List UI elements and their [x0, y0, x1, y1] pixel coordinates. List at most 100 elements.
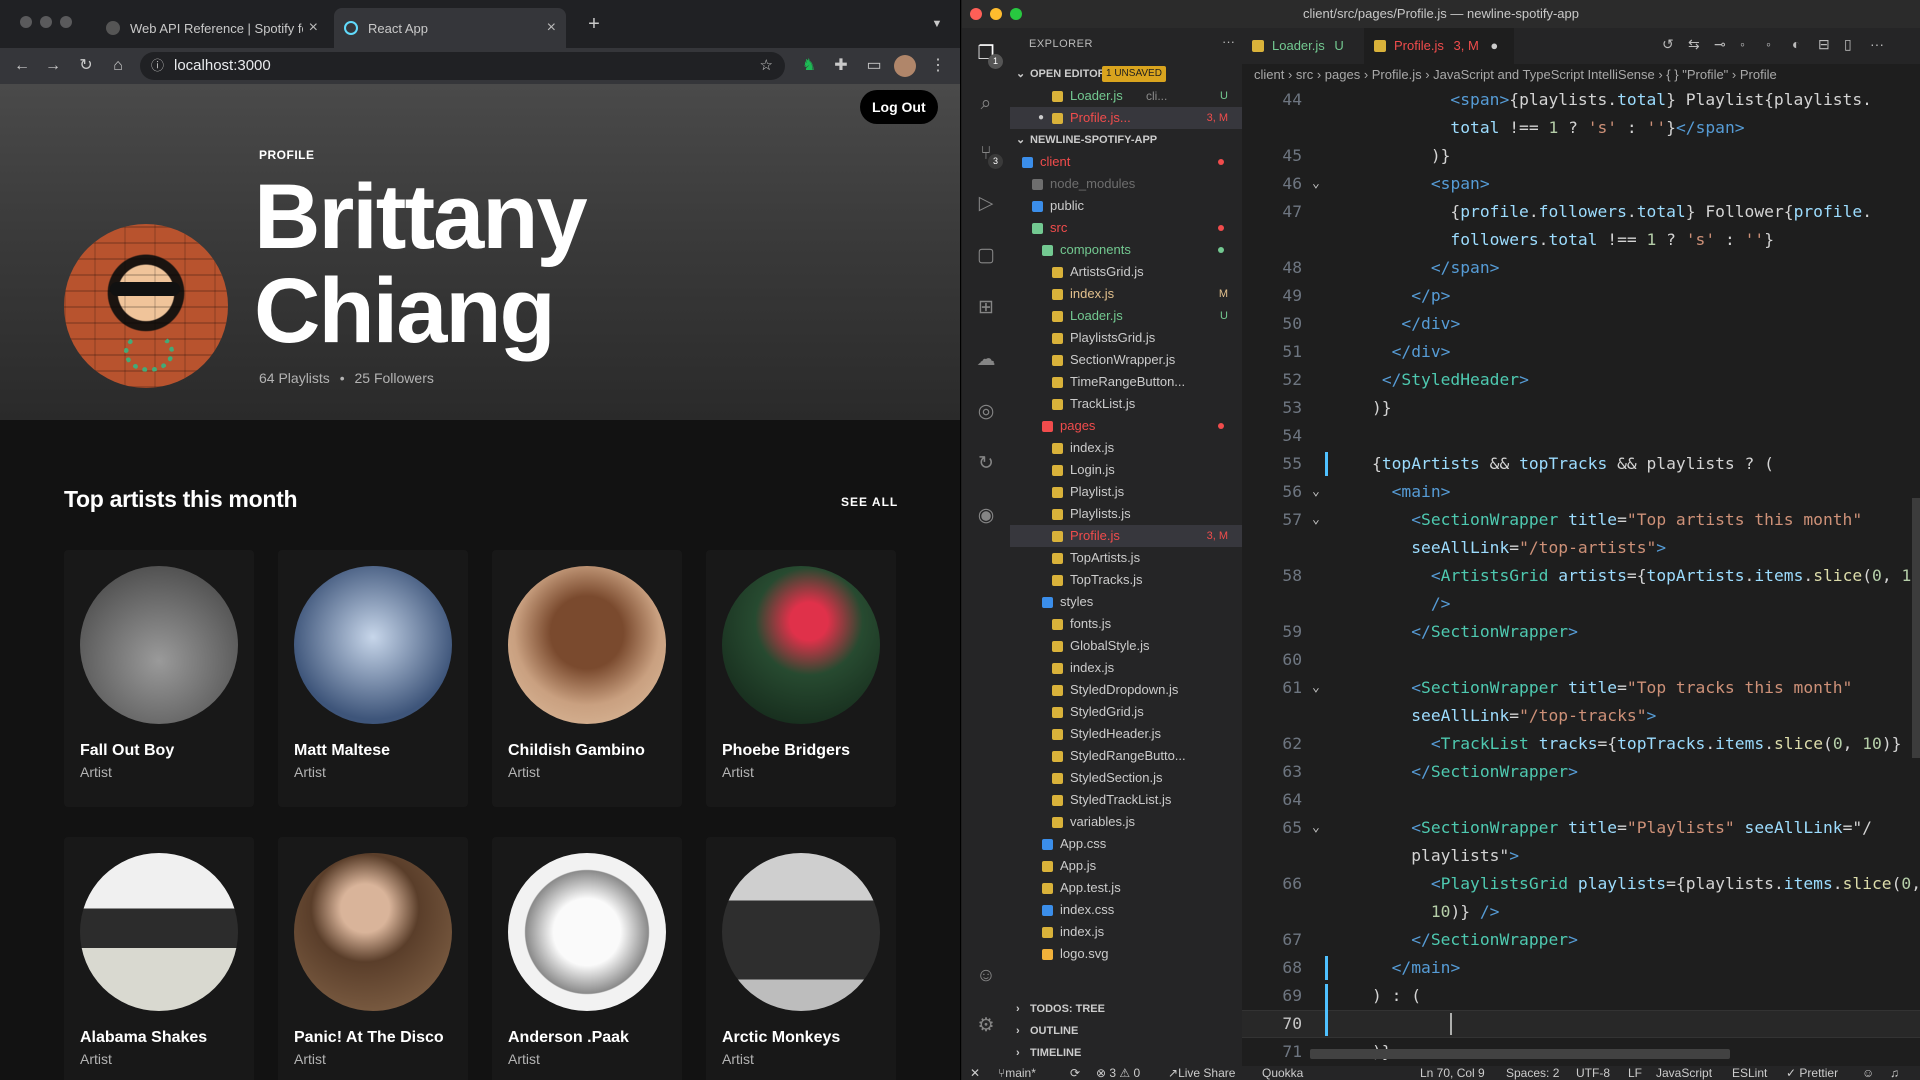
artist-card[interactable]: Phoebe Bridgers Artist: [706, 550, 896, 807]
preview-icon[interactable]: ⊟: [1818, 36, 1830, 53]
tab-profile[interactable]: Profile.js 3, M ●: [1364, 28, 1514, 64]
tree-file[interactable]: index.js M: [1010, 283, 1242, 305]
sidebar-panel-header[interactable]: › TIMELINE: [1010, 1042, 1242, 1064]
see-all-link[interactable]: SEE ALL: [841, 495, 898, 509]
extension-icon[interactable]: ♞: [797, 54, 821, 78]
eslint-status[interactable]: ESLint: [1732, 1066, 1767, 1080]
problems-indicator[interactable]: ⊗ 3 ⚠ 0: [1096, 1066, 1140, 1080]
code-view[interactable]: 44 <span>{playlists.total} Playlist{play…: [1242, 86, 1920, 1066]
compare-icon[interactable]: ⇆: [1688, 36, 1700, 53]
tab-close-icon[interactable]: ×: [309, 19, 318, 37]
tree-file[interactable]: StyledDropdown.js: [1010, 679, 1242, 701]
timeline-icon[interactable]: ↺: [1662, 36, 1674, 53]
commit-icon[interactable]: ⊸: [1714, 36, 1726, 53]
close-dot-icon[interactable]: [970, 8, 982, 20]
tree-file[interactable]: index.js: [1010, 657, 1242, 679]
home-icon[interactable]: ⌂: [106, 54, 130, 78]
open-editors-header[interactable]: ⌄ OPEN EDITORS 1 UNSAVED: [1010, 63, 1242, 85]
back-icon[interactable]: ←: [10, 54, 34, 78]
horizontal-scrollbar[interactable]: [1310, 1049, 1730, 1060]
feedback-icon[interactable]: ☺: [1862, 1066, 1874, 1080]
docker-icon[interactable]: ☁: [974, 348, 998, 372]
tab-loader[interactable]: Loader.js U: [1242, 28, 1362, 64]
tree-file[interactable]: Playlists.js: [1010, 503, 1242, 525]
tree-file[interactable]: Profile.js 3, M: [1010, 525, 1242, 547]
reload-icon[interactable]: ↻: [74, 54, 98, 78]
bookmark-star-icon[interactable]: ☆: [760, 52, 773, 80]
tree-folder[interactable]: client: [1010, 151, 1242, 173]
gitlens-icon[interactable]: ◎: [974, 400, 998, 424]
info-icon[interactable]: ⓘ: [151, 52, 164, 80]
tree-file[interactable]: index.js: [1010, 921, 1242, 943]
cast-icon[interactable]: ▭: [862, 54, 886, 78]
tree-file[interactable]: TrackList.js: [1010, 393, 1242, 415]
prev-change-icon[interactable]: ◦: [1740, 36, 1745, 52]
tree-file[interactable]: PlaylistsGrid.js: [1010, 327, 1242, 349]
more-actions-icon[interactable]: ···: [1222, 34, 1235, 49]
vertical-scrollbar[interactable]: [1912, 498, 1920, 758]
tree-folder[interactable]: components: [1010, 239, 1242, 261]
window-close-dot[interactable]: [20, 16, 32, 28]
search-icon[interactable]: ⌕: [974, 92, 998, 116]
extensions-icon[interactable]: ⊞: [974, 296, 998, 320]
cursor-position[interactable]: Ln 70, Col 9: [1420, 1066, 1485, 1080]
tree-file[interactable]: index.css: [1010, 899, 1242, 921]
artist-card[interactable]: Panic! At The Disco Artist: [278, 837, 468, 1080]
tree-file[interactable]: StyledTrackList.js: [1010, 789, 1242, 811]
tree-file[interactable]: ArtistsGrid.js: [1010, 261, 1242, 283]
tree-file[interactable]: index.js: [1010, 437, 1242, 459]
tree-file[interactable]: SectionWrapper.js: [1010, 349, 1242, 371]
indentation[interactable]: Spaces: 2: [1506, 1066, 1559, 1080]
tree-file[interactable]: App.test.js: [1010, 877, 1242, 899]
tree-file[interactable]: TimeRangeButton...: [1010, 371, 1242, 393]
artist-card[interactable]: Alabama Shakes Artist: [64, 837, 254, 1080]
tree-file[interactable]: StyledSection.js: [1010, 767, 1242, 789]
tree-file[interactable]: Playlist.js: [1010, 481, 1242, 503]
artist-card[interactable]: Anderson .Paak Artist: [492, 837, 682, 1080]
project-header[interactable]: ⌄ NEWLINE-SPOTIFY-APP: [1010, 129, 1242, 151]
branch-indicator[interactable]: ⑂ main*: [998, 1066, 1036, 1080]
accounts-icon[interactable]: ☺: [974, 964, 998, 988]
tree-folder[interactable]: src: [1010, 217, 1242, 239]
run-debug-icon[interactable]: ▷: [974, 192, 998, 216]
github-icon[interactable]: ◉: [974, 504, 998, 528]
tree-file[interactable]: App.css: [1010, 833, 1242, 855]
browser-tab-spotify-docs[interactable]: Web API Reference | Spotify for Develope…: [96, 8, 328, 48]
tree-file[interactable]: StyledHeader.js: [1010, 723, 1242, 745]
browser-tab-react-app[interactable]: React App ×: [334, 8, 566, 48]
fold-chevron-icon[interactable]: ⌄: [1312, 512, 1320, 527]
tab-close-icon[interactable]: ×: [547, 19, 556, 37]
fold-chevron-icon[interactable]: ⌄: [1312, 176, 1320, 191]
notifications-icon[interactable]: ♫: [1890, 1066, 1899, 1080]
minimize-dot-icon[interactable]: [990, 8, 1002, 20]
fold-chevron-icon[interactable]: ⌄: [1312, 680, 1320, 695]
forward-icon[interactable]: →: [41, 54, 65, 78]
tree-file[interactable]: Login.js: [1010, 459, 1242, 481]
sidebar-panel-header[interactable]: › TODOS: TREE: [1010, 998, 1242, 1020]
live-share-status[interactable]: ↗ Live Share: [1168, 1066, 1235, 1080]
breadcrumb[interactable]: client › src › pages › Profile.js › Java…: [1242, 64, 1920, 86]
tab-search-icon[interactable]: ▼: [925, 12, 949, 36]
tree-file[interactable]: GlobalStyle.js: [1010, 635, 1242, 657]
artist-card[interactable]: Arctic Monkeys Artist: [706, 837, 896, 1080]
tree-folder[interactable]: styles: [1010, 591, 1242, 613]
encoding[interactable]: UTF-8: [1576, 1066, 1610, 1080]
eol[interactable]: LF: [1628, 1066, 1642, 1080]
live-share-icon[interactable]: ↻: [974, 452, 998, 476]
open-editor-item[interactable]: Loader.js cli... U: [1010, 85, 1242, 107]
window-zoom-dot[interactable]: [60, 16, 72, 28]
tree-file[interactable]: StyledRangeButto...: [1010, 745, 1242, 767]
tree-folder[interactable]: node_modules: [1010, 173, 1242, 195]
browser-menu-icon[interactable]: ⋮: [926, 54, 950, 78]
tree-file[interactable]: logo.svg: [1010, 943, 1242, 965]
tree-file[interactable]: Loader.js U: [1010, 305, 1242, 327]
artist-card[interactable]: Matt Maltese Artist: [278, 550, 468, 807]
fold-chevron-icon[interactable]: ⌄: [1312, 484, 1320, 499]
tree-folder[interactable]: public: [1010, 195, 1242, 217]
more-icon[interactable]: ···: [1870, 36, 1884, 52]
tree-file[interactable]: TopArtists.js: [1010, 547, 1242, 569]
remote-icon[interactable]: ✕: [970, 1066, 980, 1080]
remote-explorer-icon[interactable]: ▢: [974, 244, 998, 268]
new-tab-button[interactable]: +: [582, 12, 606, 36]
artist-card[interactable]: Childish Gambino Artist: [492, 550, 682, 807]
